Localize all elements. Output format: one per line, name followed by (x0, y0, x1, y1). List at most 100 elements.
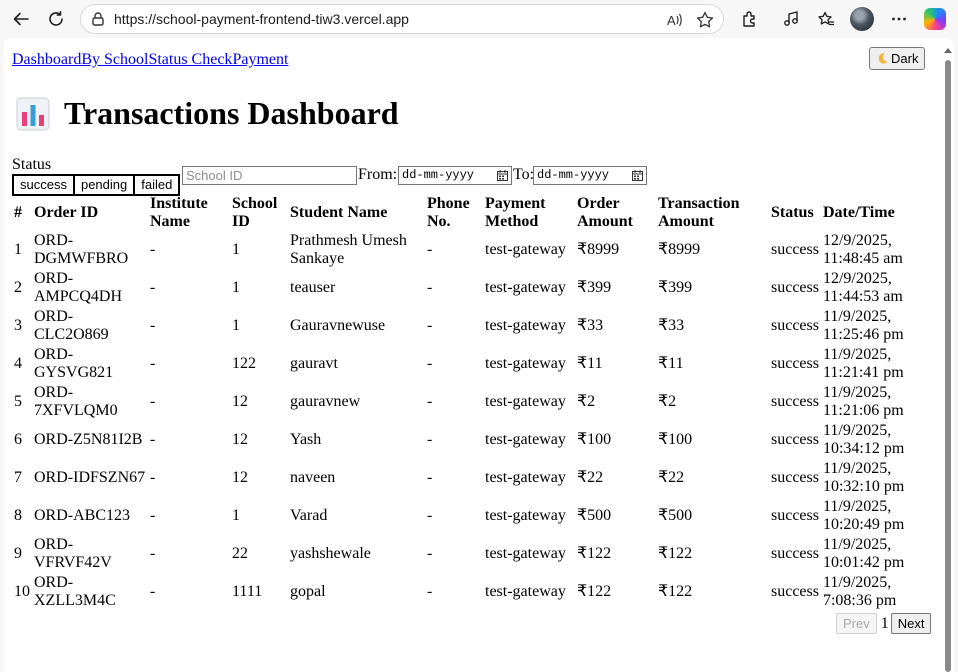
cell-order-amount: ₹2 (577, 393, 596, 410)
cell-transaction-amount: ₹500 (658, 507, 693, 524)
status-filter-success[interactable]: success (14, 176, 75, 194)
cell-school-id: 1 (232, 317, 240, 334)
cell-payment-method: test-gateway (485, 431, 566, 448)
top-nav: DashboardBy SchoolStatus CheckPayment (12, 51, 288, 69)
dark-mode-button[interactable]: Dark (869, 47, 926, 70)
cell-school-id: 12 (232, 393, 248, 410)
to-date-label: To: (513, 166, 535, 183)
cell-institute-name: - (150, 355, 156, 372)
cell-payment-method: test-gateway (485, 469, 566, 486)
cell-school-id: 12 (232, 431, 248, 448)
status-filter-pending[interactable]: pending (74, 176, 136, 194)
col-header-student-name: Student Name (290, 204, 388, 221)
cell-status: success (771, 241, 819, 258)
cell-phone: - (427, 241, 433, 258)
cell-payment-method: test-gateway (485, 507, 566, 524)
school-id-input[interactable] (182, 166, 357, 185)
nav-link-dashboard[interactable]: Dashboard (12, 51, 81, 68)
calendar-icon[interactable] (632, 170, 643, 181)
cell-payment-method: test-gateway (485, 583, 566, 600)
scrollbar-thumb[interactable] (945, 60, 951, 672)
cell-order-amount: ₹8999 (577, 241, 620, 258)
cell-phone: - (427, 507, 433, 524)
calendar-icon[interactable] (497, 170, 508, 181)
favorites-collection-icon[interactable] (813, 7, 839, 31)
cell-school-id: 1111 (232, 583, 263, 600)
cell-school-id: 22 (232, 545, 248, 562)
cell-school-id: 1 (232, 507, 240, 524)
cell-phone: - (427, 545, 433, 562)
table-row: 2 ORD-AMPCQ4DH - 1 teauser - test-gateway ₹399 ₹… (12, 269, 933, 307)
more-options-icon[interactable] (886, 7, 912, 31)
cell-order-amount: ₹22 (577, 469, 604, 486)
col-header-status: Status (771, 204, 814, 221)
current-page: 1 (880, 614, 889, 632)
back-arrow-icon[interactable] (8, 7, 34, 31)
to-date-input[interactable]: dd-mm-yyyy (533, 166, 647, 185)
cell-institute-name: - (150, 583, 156, 600)
cell-phone: - (427, 583, 433, 600)
prev-page-button[interactable]: Prev (836, 613, 877, 634)
cell-institute-name: - (150, 507, 156, 524)
cell-status: success (771, 279, 819, 296)
cell-order-id: ORD-Z5N81I2B (34, 431, 143, 448)
table-row: 6 ORD-Z5N81I2B -12 Yash - test-gateway ₹100 ₹10… (12, 421, 933, 459)
col-header-phone: Phone No. (427, 195, 470, 230)
cell-student-name: naveen (290, 469, 336, 486)
cell-date-time: 11/9/2025, 10:32:10 pm (822, 460, 905, 495)
col-header-institute-name: Institute Name (150, 195, 208, 230)
cell-order-amount: ₹122 (577, 545, 612, 562)
cell-institute-name: - (150, 317, 156, 334)
cell-payment-method: test-gateway (485, 241, 566, 258)
profile-avatar[interactable] (850, 7, 874, 31)
cell-date-time: 11/9/2025, 10:34:12 pm (822, 422, 905, 457)
vertical-scrollbar[interactable] (942, 38, 954, 672)
cell-order-id: ORD-CLC2O869 (34, 308, 109, 343)
nav-link-by-school[interactable]: By School (81, 51, 148, 68)
status-filter-failed[interactable]: failed (135, 176, 179, 194)
table-header-row: # Order ID Institute Name School ID Stud… (12, 194, 933, 231)
pagination: Prev 1 Next (836, 613, 932, 634)
cell-student-name: teauser (290, 279, 336, 296)
cell-row-index: 4 (14, 355, 22, 372)
cell-transaction-amount: ₹2 (658, 393, 677, 410)
col-header-payment-method: Payment Method (485, 195, 546, 230)
cell-date-time: 11/9/2025, 11:21:06 pm (822, 384, 904, 419)
next-page-button[interactable]: Next (890, 613, 932, 634)
cell-order-amount: ₹122 (577, 583, 612, 600)
media-control-icon[interactable] (778, 7, 804, 31)
read-aloud-icon[interactable]: A (665, 10, 685, 30)
cell-student-name: yashshewale (290, 545, 371, 562)
cell-date-time: 11/9/2025, 10:01:42 pm (822, 536, 905, 571)
url-text[interactable]: https://school-payment-frontend-tiw3.ver… (114, 11, 409, 27)
from-date-input[interactable]: dd-mm-yyyy (398, 166, 512, 185)
col-header-date-time: Date/Time (822, 204, 895, 221)
table-row: 7 ORD-IDFSZN67-12 naveen - test-gateway ₹22 ₹2… (12, 459, 933, 497)
scroll-up-arrow-icon[interactable] (944, 48, 952, 53)
cell-order-amount: ₹399 (577, 279, 612, 296)
table-body: 1 ORD-DGMWFBRO - 1 Prathmesh Umesh Sankaye - t… (12, 231, 933, 611)
favorite-star-icon[interactable] (695, 10, 715, 30)
nav-link-status-check[interactable]: Status Check (148, 51, 232, 68)
copilot-icon[interactable] (924, 8, 946, 30)
site-info-lock-icon[interactable] (90, 11, 106, 27)
cell-transaction-amount: ₹33 (658, 317, 685, 334)
refresh-icon[interactable] (43, 7, 69, 31)
address-bar[interactable]: https://school-payment-frontend-tiw3.ver… (80, 4, 724, 34)
cell-row-index: 3 (14, 317, 22, 334)
col-header-school-id: School ID (232, 195, 278, 230)
cell-order-id: ORD-XZLL3M4C (34, 574, 116, 609)
cell-school-id: 12 (232, 469, 248, 486)
nav-link-payment[interactable]: Payment (232, 51, 288, 68)
cell-date-time: 12/9/2025, 11:44:53 am (822, 270, 903, 305)
transactions-table: # Order ID Institute Name School ID Stud… (12, 194, 933, 611)
cell-order-id: ORD-DGMWFBRO (34, 232, 129, 267)
col-header-order-amount: Order Amount (577, 195, 634, 230)
from-date-placeholder: dd-mm-yyyy (402, 168, 475, 182)
cell-row-index: 7 (14, 469, 22, 486)
cell-student-name: gopal (290, 583, 326, 600)
cell-phone: - (427, 393, 433, 410)
cell-institute-name: - (150, 431, 156, 448)
cell-status: success (771, 469, 819, 486)
extensions-icon[interactable] (737, 7, 763, 31)
